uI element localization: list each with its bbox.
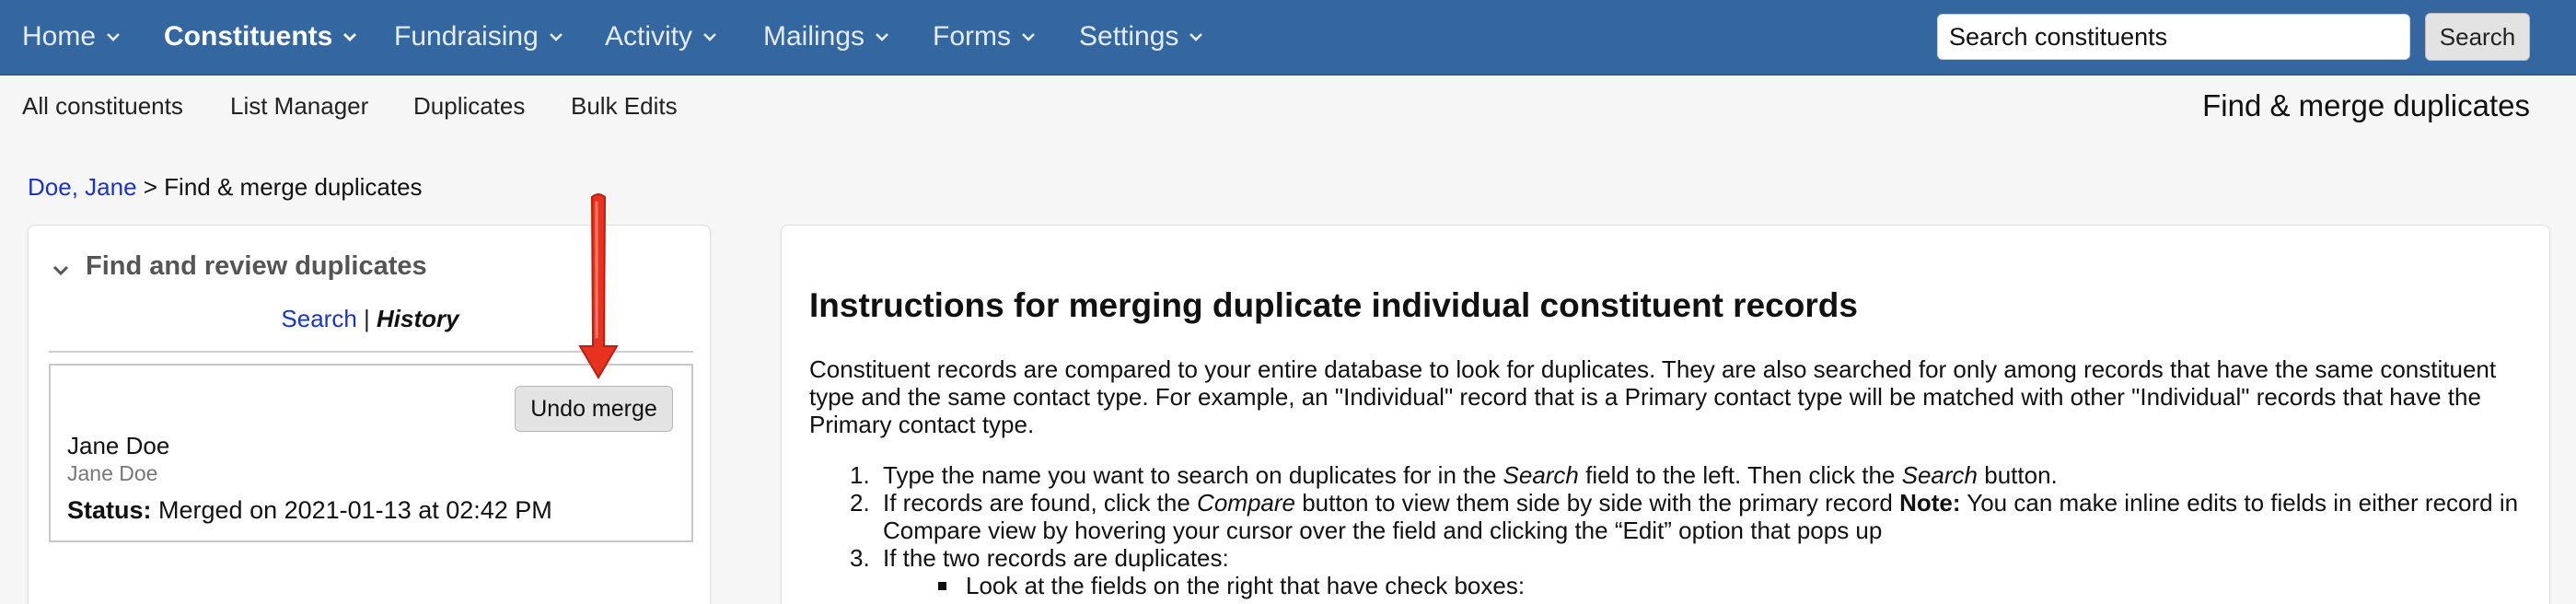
nav-settings-label: Settings	[1079, 21, 1179, 52]
list-number: 3.	[850, 544, 870, 572]
step-note-label: Note:	[1899, 489, 1961, 517]
sub-step-text: Look at the fields on the right that hav…	[966, 572, 1526, 599]
breadcrumb: Doe, Jane > Find & merge duplicates	[28, 173, 423, 202]
status-value: Merged on 2021-01-13 at 02:42 PM	[151, 496, 552, 524]
subnav-list-manager[interactable]: List Manager	[230, 92, 368, 121]
merge-history-card: Undo merge Jane Doe Jane Doe Status: Mer…	[49, 364, 693, 542]
list-number: 1.	[850, 461, 870, 489]
nav-settings[interactable]: Settings	[1079, 17, 1204, 57]
step-text: button to view them side by side with th…	[1294, 489, 1900, 517]
nav-activity-label: Activity	[605, 21, 693, 52]
step-emphasis: Compare	[1197, 489, 1295, 517]
red-arrow-icon	[578, 193, 619, 379]
step-text: If the two records are duplicates:	[883, 544, 1229, 572]
instructions-paragraph: Constituent records are compared to your…	[809, 355, 2497, 438]
search-button[interactable]: Search	[2425, 13, 2530, 61]
nav-mailings[interactable]: Mailings	[763, 17, 890, 57]
nav-mailings-label: Mailings	[763, 21, 865, 52]
breadcrumb-link-constituent[interactable]: Doe, Jane	[28, 173, 137, 201]
nav-fundraising[interactable]: Fundraising	[394, 17, 564, 57]
step-emphasis: Search	[1901, 461, 1978, 489]
nav-home[interactable]: Home	[22, 17, 122, 57]
panel-header-label: Find and review duplicates	[86, 251, 427, 281]
subnav-duplicates[interactable]: Duplicates	[413, 92, 525, 121]
list-item: 1. Type the name you want to search on du…	[809, 461, 2522, 489]
status-label: Status:	[67, 496, 152, 524]
step-text: field to the left. Then click the	[1578, 461, 1902, 489]
constituent-search-input[interactable]	[1937, 14, 2410, 60]
nav-activity[interactable]: Activity	[605, 17, 718, 57]
nav-constituents[interactable]: Constituents	[164, 17, 358, 57]
subnav-all-constituents[interactable]: All constituents	[22, 92, 183, 121]
nav-constituents-label: Constituents	[164, 21, 333, 52]
chevron-down-icon	[1188, 29, 1204, 45]
tab-search[interactable]: Search	[281, 305, 356, 332]
chevron-down-icon	[702, 29, 718, 45]
step-emphasis: Search	[1503, 461, 1579, 489]
list-item: 2. If records are found, click the Compar…	[809, 489, 2522, 544]
subnav-bulk-edits[interactable]: Bulk Edits	[571, 92, 678, 121]
tab-history[interactable]: History	[377, 305, 459, 332]
chevron-down-icon	[342, 29, 358, 45]
step-text: Type the name you want to search on dupl…	[883, 461, 1503, 489]
result-subname: Jane Doe	[67, 461, 158, 485]
list-item: 3. If the two records are duplicates:	[809, 544, 2522, 572]
instructions-panel: Instructions for merging duplicate indiv…	[781, 225, 2550, 604]
instructions-list: 1. Type the name you want to search on du…	[809, 461, 2522, 599]
page-title: Find & merge duplicates	[2202, 88, 2530, 122]
step-text: If records are found, click the	[883, 489, 1198, 517]
step-text: button.	[1978, 461, 2058, 489]
breadcrumb-current: Find & merge duplicates	[164, 173, 423, 201]
nav-fundraising-label: Fundraising	[394, 21, 539, 52]
nav-home-label: Home	[22, 21, 97, 52]
undo-merge-button[interactable]: Undo merge	[515, 386, 673, 432]
chevron-down-icon	[874, 29, 890, 45]
chevron-down-icon	[105, 29, 122, 45]
instructions-title: Instructions for merging duplicate indiv…	[809, 286, 1858, 324]
tab-separator: |	[356, 305, 377, 332]
breadcrumb-separator: >	[136, 173, 165, 201]
panel-header-toggle[interactable]: Find and review duplicates	[51, 251, 427, 282]
list-number: 2.	[850, 489, 870, 517]
nav-forms[interactable]: Forms	[933, 17, 1037, 57]
chevron-down-icon	[548, 29, 564, 45]
merge-status: Status: Merged on 2021-01-13 at 02:42 PM	[67, 496, 552, 525]
result-name: Jane Doe	[67, 432, 170, 459]
sub-list-item: Look at the fields on the right that hav…	[809, 572, 2522, 599]
chevron-down-icon	[51, 257, 71, 277]
top-navigation-bar: Home Constituents Fundraising Activity M…	[0, 0, 2576, 76]
bullet-icon	[938, 582, 946, 590]
chevron-down-icon	[1020, 29, 1037, 45]
nav-forms-label: Forms	[933, 21, 1011, 52]
